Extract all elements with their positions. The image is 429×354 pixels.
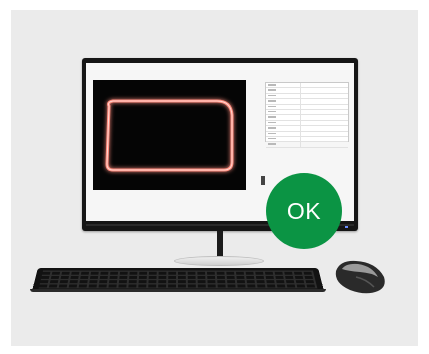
monitor-stand-base bbox=[174, 256, 264, 266]
results-table bbox=[265, 82, 349, 148]
power-led-icon bbox=[345, 226, 348, 228]
ok-label: OK bbox=[286, 197, 322, 224]
mouse-icon bbox=[332, 257, 388, 297]
monitor-stand bbox=[217, 231, 223, 258]
keyboard-edge bbox=[30, 289, 326, 292]
ok-status-badge: OK bbox=[266, 173, 342, 249]
table-row bbox=[266, 142, 348, 148]
scrollbar-marker bbox=[261, 176, 265, 185]
inspection-outline-icon bbox=[105, 99, 234, 172]
camera-inspection-view bbox=[93, 80, 246, 190]
keyboard-keys bbox=[38, 270, 318, 289]
keyboard-icon bbox=[32, 268, 324, 291]
